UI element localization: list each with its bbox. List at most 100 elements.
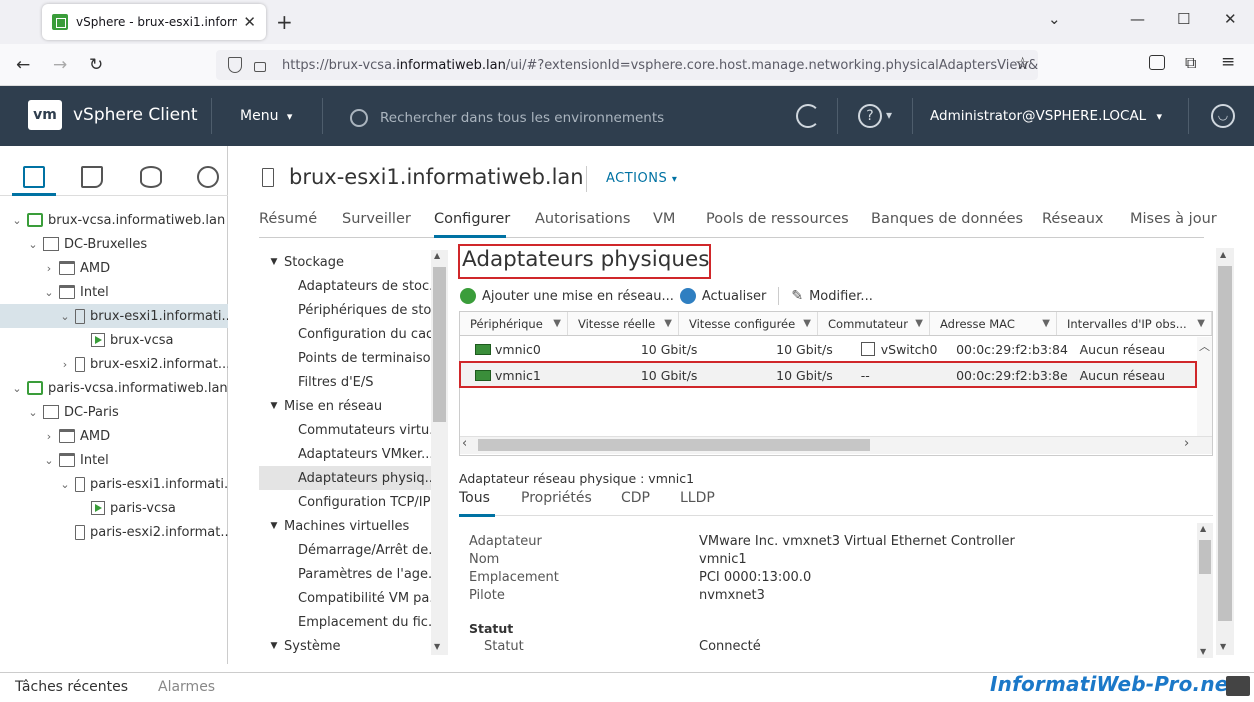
chevron-down-icon[interactable]: ⌄ xyxy=(42,286,56,299)
forward-icon[interactable]: → xyxy=(53,55,67,75)
grid-horizontal-scroll-thumb[interactable] xyxy=(478,439,870,451)
close-tab-icon[interactable]: ✕ xyxy=(243,13,256,31)
new-tab-icon[interactable]: + xyxy=(276,10,293,34)
maximize-icon[interactable]: ☐ xyxy=(1177,10,1190,28)
chevron-down-icon[interactable]: ⌄ xyxy=(10,214,24,227)
chevron-down-icon[interactable]: ⌄ xyxy=(58,310,72,323)
filter-icon[interactable]: ▼ xyxy=(553,318,561,329)
tab-2[interactable]: Configurer xyxy=(434,211,510,227)
config-section[interactable]: ▼ Mise en réseau xyxy=(259,394,431,418)
filter-icon[interactable]: ▼ xyxy=(803,318,811,329)
back-icon[interactable]: ← xyxy=(16,55,30,75)
address-bar[interactable]: https://brux-vcsa. informatiweb.lan/ui/#?… xyxy=(216,50,1038,80)
scroll-down-icon[interactable]: ▼ xyxy=(434,642,440,651)
chevron-down-icon[interactable]: ⌄ xyxy=(42,454,56,467)
tab-4[interactable]: VM xyxy=(653,211,675,227)
panel-scroll-thumb[interactable] xyxy=(1218,266,1232,621)
caret-down-icon[interactable]: ▼ xyxy=(264,401,284,411)
edit-button[interactable]: ✎ Modifier... xyxy=(791,288,873,304)
filter-icon[interactable]: ▼ xyxy=(664,318,672,329)
caret-down-icon[interactable]: ▼ xyxy=(264,257,284,267)
minimize-icon[interactable]: — xyxy=(1130,10,1145,28)
tab-5[interactable]: Pools de ressources xyxy=(706,211,849,227)
scroll-up-icon[interactable]: ▲ xyxy=(434,251,440,260)
recent-tasks-tab[interactable]: Tâches récentes xyxy=(15,679,128,695)
chevron-down-icon[interactable]: ▾ xyxy=(886,108,892,122)
tab-3[interactable]: Autorisations xyxy=(535,211,630,227)
vms-templates-tab-icon[interactable] xyxy=(81,166,103,188)
details-scroll-thumb[interactable] xyxy=(1199,540,1211,574)
tree-node[interactable]: › brux-esxi2.informat... xyxy=(0,352,228,376)
filter-icon[interactable]: ▼ xyxy=(1197,318,1205,329)
networking-tab-icon[interactable] xyxy=(197,166,219,188)
hosts-clusters-tab-icon[interactable] xyxy=(23,166,45,188)
config-nav-item[interactable]: Démarrage/Arrêt de... xyxy=(259,538,431,562)
caret-down-icon[interactable]: ▼ xyxy=(264,641,284,651)
pocket-icon[interactable] xyxy=(1149,55,1165,70)
config-nav-item[interactable]: Emplacement du fic... xyxy=(259,610,431,634)
refresh-button[interactable]: Actualiser xyxy=(679,288,766,304)
lock-icon[interactable] xyxy=(254,62,266,72)
tab-7[interactable]: Réseaux xyxy=(1042,211,1103,227)
tree-node[interactable]: ⌄ DC-Bruxelles xyxy=(0,232,228,256)
config-nav-item[interactable]: Configuration du cac... xyxy=(259,322,431,346)
tree-node[interactable]: ⌄ paris-vcsa.informatiweb.lan xyxy=(0,376,228,400)
tab-8[interactable]: Mises à jour xyxy=(1130,211,1217,227)
details-tab-3[interactable]: LLDP xyxy=(680,490,715,506)
caret-down-icon[interactable]: ▼ xyxy=(264,521,284,531)
menu-button[interactable]: Menu ▾ xyxy=(240,108,292,124)
chevron-up-icon[interactable]: ︿ xyxy=(1199,338,1210,354)
scroll-down-icon[interactable]: ▼ xyxy=(1200,647,1206,656)
alarms-tab[interactable]: Alarmes xyxy=(158,679,215,695)
reload-icon[interactable]: ↻ xyxy=(89,55,103,75)
tree-node[interactable]: ⌄ brux-vcsa.informatiweb.lan xyxy=(0,208,228,232)
chevron-right-icon[interactable]: › xyxy=(1184,436,1189,451)
config-nav-item[interactable]: Paramètres de l'age... xyxy=(259,562,431,586)
chevron-right-icon[interactable]: › xyxy=(58,358,72,371)
bookmark-star-icon[interactable]: ☆ xyxy=(1015,54,1030,74)
config-nav-item[interactable]: Adaptateurs physiq... xyxy=(259,466,431,490)
column-header[interactable]: Vitesse configurée ▼ xyxy=(679,312,818,335)
config-nav-item[interactable]: Points de terminaiso... xyxy=(259,346,431,370)
filter-icon[interactable]: ▼ xyxy=(1042,318,1050,329)
actions-menu[interactable]: ACTIONS ▾ xyxy=(606,171,677,186)
details-tab-1[interactable]: Propriétés xyxy=(521,490,592,506)
tab-1[interactable]: Surveiller xyxy=(342,211,411,227)
chevron-right-icon[interactable]: › xyxy=(42,430,56,443)
help-icon[interactable]: ? xyxy=(858,104,882,128)
config-nav-item[interactable]: Adaptateurs VMker... xyxy=(259,442,431,466)
chevron-right-icon[interactable]: › xyxy=(42,262,56,275)
tree-node[interactable]: ⌄ Intel xyxy=(0,448,228,472)
tab-0[interactable]: Résumé xyxy=(259,211,317,227)
chevron-down-icon[interactable]: ⌄ xyxy=(10,382,24,395)
refresh-icon[interactable] xyxy=(796,104,820,128)
chevron-down-icon[interactable]: ⌄ xyxy=(26,238,40,251)
config-nav-item[interactable]: Périphériques de sto... xyxy=(259,298,431,322)
config-nav-item[interactable]: Configuration TCP/IP xyxy=(259,490,431,514)
config-section[interactable]: ▼ Machines virtuelles xyxy=(259,514,431,538)
tree-node[interactable]: ⌄ Intel xyxy=(0,280,228,304)
config-nav-item[interactable]: Compatibilité VM pa... xyxy=(259,586,431,610)
tree-node[interactable]: ⌄ brux-esxi1.informati... xyxy=(0,304,228,328)
tree-node[interactable]: paris-vcsa xyxy=(0,496,228,520)
table-row[interactable]: vmnic0 10 Gbit/s 10 Gbit/s vSwitch0 00:0c:29… xyxy=(460,336,1196,362)
scroll-up-icon[interactable]: ▲ xyxy=(1200,524,1206,533)
details-tab-0[interactable]: Tous xyxy=(459,490,490,506)
config-section[interactable]: ▼ Stockage xyxy=(259,250,431,274)
add-networking-button[interactable]: Ajouter une mise en réseau... xyxy=(460,288,674,304)
chevron-left-icon[interactable]: ‹ xyxy=(462,436,467,451)
global-search[interactable]: Rechercher dans tous les environnements xyxy=(350,106,770,130)
scroll-up-icon[interactable]: ▲ xyxy=(1220,250,1226,259)
browser-tab[interactable]: vSphere - brux-esxi1.informatiweb ✕ xyxy=(42,4,266,40)
close-window-icon[interactable]: ✕ xyxy=(1224,10,1237,28)
table-row[interactable]: vmnic1 10 Gbit/s 10 Gbit/s -- 00:0c:29:f2:b3… xyxy=(460,362,1196,388)
tab-6[interactable]: Banques de données xyxy=(871,211,1023,227)
tree-node[interactable]: ⌄ DC-Paris xyxy=(0,400,228,424)
column-header[interactable]: Adresse MAC ▼ xyxy=(930,312,1057,335)
tab-list-chevron-icon[interactable]: ⌄ xyxy=(1048,10,1061,28)
column-header[interactable]: Périphérique ▼ xyxy=(460,312,568,335)
hamburger-menu-icon[interactable]: ≡ xyxy=(1221,52,1235,72)
config-nav-item[interactable]: Filtres d'E/S xyxy=(259,370,431,394)
tree-node[interactable]: paris-esxi2.informat... xyxy=(0,520,228,544)
chevron-down-icon[interactable]: ⌄ xyxy=(58,478,72,491)
